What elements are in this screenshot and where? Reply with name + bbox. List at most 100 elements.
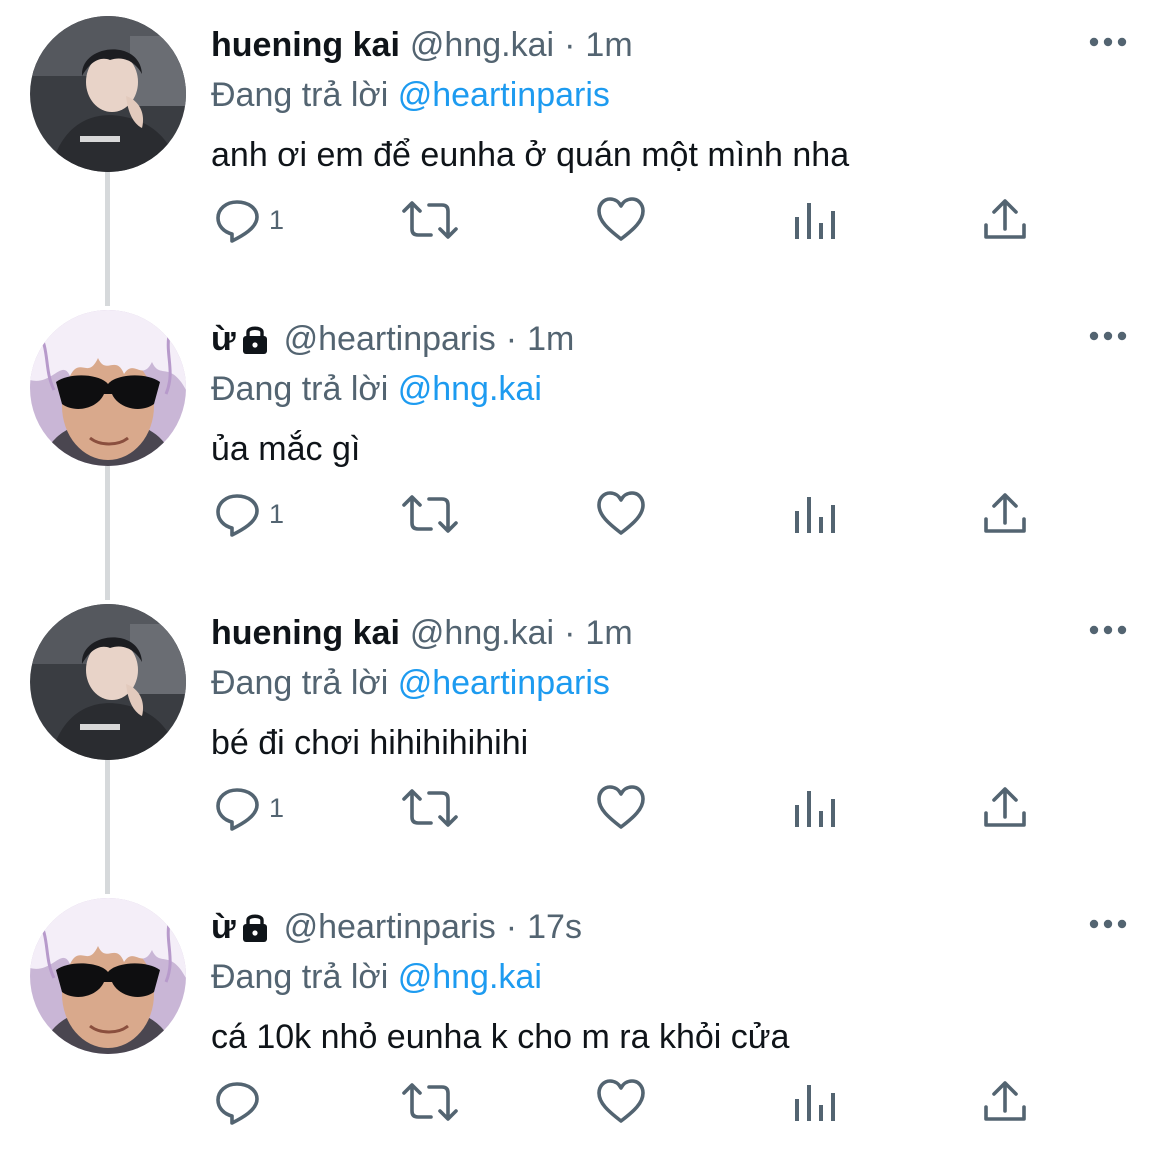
reply-icon bbox=[216, 494, 259, 537]
heart-icon bbox=[597, 1079, 645, 1123]
tweet-2[interactable]: ừ @heartinparis · 1m Đang trả lời @hng.k… bbox=[0, 294, 1170, 588]
reply-count: 1 bbox=[269, 498, 285, 529]
reply-button[interactable]: 1 bbox=[213, 484, 284, 544]
share-icon bbox=[984, 493, 1026, 533]
timestamp[interactable]: 1m bbox=[527, 316, 574, 362]
more-icon[interactable] bbox=[1088, 34, 1128, 50]
lock-icon bbox=[240, 322, 270, 356]
analytics-icon bbox=[795, 1085, 835, 1121]
separator-dot: · bbox=[564, 26, 576, 64]
retweet-icon bbox=[402, 201, 458, 239]
replying-to-handle[interactable]: @hng.kai bbox=[398, 958, 542, 996]
share-icon bbox=[984, 199, 1026, 239]
tweet-4[interactable]: ừ @heartinparis · 17s Đang trả lời @hng.… bbox=[0, 882, 1170, 1176]
reply-count: 1 bbox=[269, 204, 285, 235]
share-button[interactable] bbox=[980, 778, 1030, 838]
retweet-button[interactable] bbox=[400, 190, 460, 250]
more-icon[interactable] bbox=[1088, 622, 1128, 638]
reply-button[interactable] bbox=[213, 1072, 269, 1132]
lock-icon bbox=[240, 910, 270, 944]
replying-to-label: Đang trả lời bbox=[211, 958, 389, 996]
reply-icon bbox=[216, 788, 259, 831]
avatar-image-b bbox=[30, 310, 186, 466]
analytics-icon bbox=[795, 497, 835, 533]
separator-dot: · bbox=[505, 320, 518, 358]
reply-icon bbox=[216, 1082, 259, 1125]
tweet-actions bbox=[0, 1072, 1170, 1132]
avatar[interactable] bbox=[30, 16, 186, 172]
share-button[interactable] bbox=[980, 484, 1030, 544]
share-button[interactable] bbox=[980, 190, 1030, 250]
avatar[interactable] bbox=[30, 604, 186, 760]
like-button[interactable] bbox=[596, 484, 646, 544]
views-button[interactable] bbox=[790, 778, 840, 838]
reply-button[interactable]: 1 bbox=[213, 190, 284, 250]
like-button[interactable] bbox=[596, 1072, 646, 1132]
replying-to: Đang trả lời @hng.kai bbox=[211, 954, 542, 1000]
user-handle[interactable]: @heartinparis bbox=[284, 904, 496, 950]
tweet-header: ừ @heartinparis · 17s bbox=[211, 904, 582, 950]
replying-to-handle[interactable]: @hng.kai bbox=[398, 370, 542, 408]
more-icon[interactable] bbox=[1088, 328, 1128, 344]
timestamp[interactable]: 17s bbox=[527, 904, 582, 950]
replying-to: Đang trả lời @hng.kai bbox=[211, 366, 542, 412]
more-icon[interactable] bbox=[1088, 916, 1128, 932]
tweet-actions: 1 bbox=[0, 190, 1170, 250]
tweet-1[interactable]: huening kai @hng.kai · 1m Đang trả lời @… bbox=[0, 0, 1170, 294]
tweet-text: anh ơi em để eunha ở quán một mình nha bbox=[211, 136, 850, 174]
display-name[interactable]: ừ bbox=[211, 316, 236, 362]
tweet-header: huening kai @hng.kai · 1m bbox=[211, 22, 633, 68]
user-handle[interactable]: @heartinparis bbox=[284, 316, 496, 362]
retweet-button[interactable] bbox=[400, 1072, 460, 1132]
tweet-header: huening kai @hng.kai · 1m bbox=[211, 610, 633, 656]
like-button[interactable] bbox=[596, 778, 646, 838]
avatar-image-a bbox=[30, 604, 186, 760]
retweet-button[interactable] bbox=[400, 484, 460, 544]
replying-to: Đang trả lời @heartinparis bbox=[211, 72, 610, 118]
views-button[interactable] bbox=[790, 190, 840, 250]
analytics-icon bbox=[795, 203, 835, 239]
avatar-image-a bbox=[30, 16, 186, 172]
share-icon bbox=[984, 1081, 1026, 1121]
avatar[interactable] bbox=[30, 310, 186, 466]
separator-dot: · bbox=[505, 908, 518, 946]
avatar-image-b bbox=[30, 898, 186, 1054]
retweet-button[interactable] bbox=[400, 778, 460, 838]
display-name[interactable]: ừ bbox=[211, 904, 236, 950]
retweet-icon bbox=[402, 495, 458, 533]
separator-dot: · bbox=[564, 614, 576, 652]
tweet-text: ủa mắc gì bbox=[211, 430, 361, 468]
retweet-icon bbox=[402, 1083, 458, 1121]
views-button[interactable] bbox=[790, 1072, 840, 1132]
views-button[interactable] bbox=[790, 484, 840, 544]
like-button[interactable] bbox=[596, 190, 646, 250]
reply-count: 1 bbox=[269, 792, 285, 823]
tweet-text: bé đi chơi hihihihihihi bbox=[211, 724, 529, 762]
display-name[interactable]: huening kai bbox=[211, 22, 400, 68]
replying-to-handle[interactable]: @heartinparis bbox=[398, 664, 610, 702]
avatar[interactable] bbox=[30, 898, 186, 1054]
replying-to-label: Đang trả lời bbox=[211, 664, 389, 702]
share-icon bbox=[984, 787, 1026, 827]
replying-to-handle[interactable]: @heartinparis bbox=[398, 76, 610, 114]
share-button[interactable] bbox=[980, 1072, 1030, 1132]
heart-icon bbox=[597, 197, 645, 241]
tweet-actions: 1 bbox=[0, 484, 1170, 544]
replying-to-label: Đang trả lời bbox=[211, 370, 389, 408]
tweet-text: cá 10k nhỏ eunha k cho m ra khỏi cửa bbox=[211, 1018, 790, 1056]
replying-to-label: Đang trả lời bbox=[211, 76, 389, 114]
user-handle[interactable]: @hng.kai bbox=[410, 22, 554, 68]
tweet-actions: 1 bbox=[0, 778, 1170, 838]
reply-icon bbox=[216, 200, 259, 243]
display-name[interactable]: huening kai bbox=[211, 610, 400, 656]
heart-icon bbox=[597, 785, 645, 829]
timestamp[interactable]: 1m bbox=[585, 610, 632, 656]
tweet-3[interactable]: huening kai @hng.kai · 1m Đang trả lời @… bbox=[0, 588, 1170, 882]
timestamp[interactable]: 1m bbox=[585, 22, 632, 68]
reply-button[interactable]: 1 bbox=[213, 778, 284, 838]
user-handle[interactable]: @hng.kai bbox=[410, 610, 554, 656]
analytics-icon bbox=[795, 791, 835, 827]
heart-icon bbox=[597, 491, 645, 535]
replying-to: Đang trả lời @heartinparis bbox=[211, 660, 610, 706]
tweet-header: ừ @heartinparis · 1m bbox=[211, 316, 574, 362]
